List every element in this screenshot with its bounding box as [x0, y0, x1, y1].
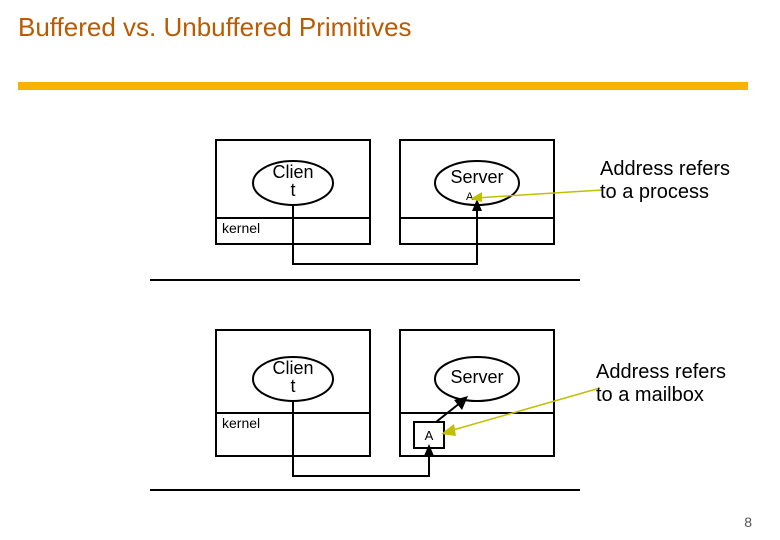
kernel-label-1: kernel: [222, 220, 260, 236]
caption-2-line2: to a mailbox: [596, 384, 704, 406]
kernel-label-2: kernel: [222, 415, 260, 431]
diagrams-canvas: Clien t kernel Server A Address refers t…: [0, 0, 780, 540]
process-id-label-1: A: [466, 191, 474, 203]
server-label-2: Server: [450, 367, 503, 387]
client-label-1b: t: [290, 180, 295, 200]
client-label-2a: Clien: [272, 358, 313, 378]
page-number: 8: [744, 514, 752, 530]
client-label-2b: t: [290, 376, 295, 396]
server-label-1: Server: [450, 167, 503, 187]
client-label-1a: Clien: [272, 162, 313, 182]
caption-1-line1: Address refers: [600, 158, 730, 180]
caption-2-line1: Address refers: [596, 361, 726, 383]
mailbox-id-label: A: [425, 428, 434, 443]
caption-1-line2: to a process: [600, 181, 709, 203]
